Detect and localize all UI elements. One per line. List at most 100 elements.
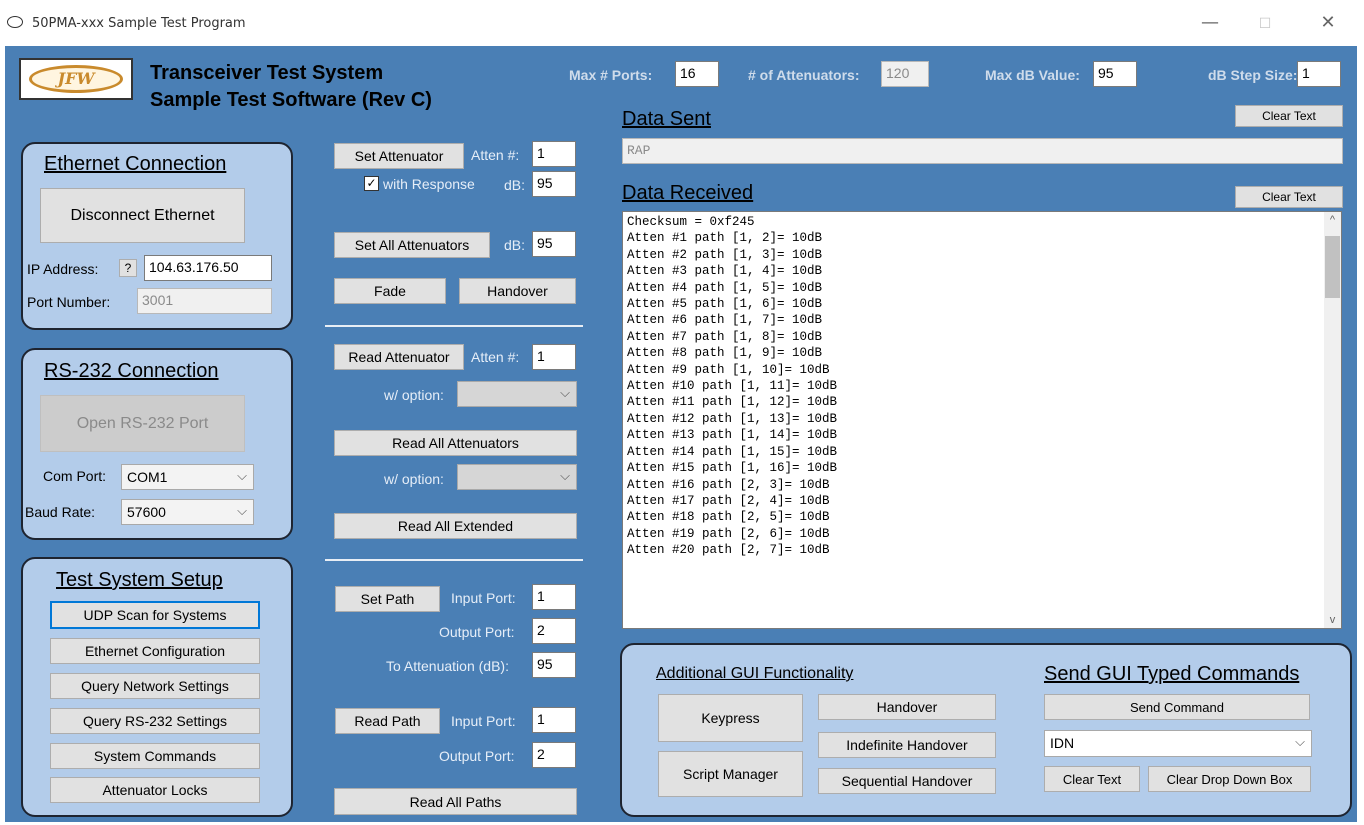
baud-rate-value: 57600 xyxy=(127,504,166,520)
received-line: Atten #14 path [1, 15]= 10dB xyxy=(627,444,838,459)
read-path-button[interactable]: Read Path xyxy=(335,708,440,734)
setup-panel-title: Test System Setup xyxy=(56,569,223,591)
received-lines: Checksum = 0xf245 Atten #1 path [1, 2]= 1… xyxy=(623,212,1341,561)
set-all-db-field[interactable]: 95 xyxy=(532,231,576,257)
db-label: dB: xyxy=(504,177,526,193)
vertical-scrollbar[interactable]: ^ v xyxy=(1324,212,1341,628)
baud-rate-label: Baud Rate: xyxy=(25,504,96,520)
scrollbar-thumb[interactable] xyxy=(1325,236,1340,298)
com-port-select[interactable]: COM1 ⌵ xyxy=(121,464,254,490)
query-rs232-settings-button[interactable]: Query RS-232 Settings xyxy=(50,708,260,734)
minimize-button[interactable]: — xyxy=(1195,12,1225,33)
set-path-button[interactable]: Set Path xyxy=(335,586,440,612)
read-atten-num-label: Atten #: xyxy=(471,349,520,365)
main-window: JFW Transceiver Test System Sample Test … xyxy=(5,46,1357,822)
logo-oval: JFW xyxy=(29,65,123,93)
command-value: IDN xyxy=(1050,735,1075,751)
fade-button[interactable]: Fade xyxy=(334,278,446,304)
input-port-field[interactable]: 1 xyxy=(532,584,576,610)
read-atten-num-field[interactable]: 1 xyxy=(532,344,576,370)
read-option-select[interactable]: ⌵ xyxy=(457,381,577,407)
max-ports-field[interactable]: 16 xyxy=(675,61,719,87)
read-all-extended-button[interactable]: Read All Extended xyxy=(334,513,577,539)
close-button[interactable]: ✕ xyxy=(1313,12,1343,33)
clear-text-button[interactable]: Clear Text xyxy=(1044,766,1140,792)
scroll-down-icon[interactable]: v xyxy=(1324,614,1341,626)
query-network-settings-button[interactable]: Query Network Settings xyxy=(50,673,260,699)
received-line: Atten #15 path [1, 16]= 10dB xyxy=(627,461,838,476)
max-db-label: Max dB Value: xyxy=(985,67,1080,83)
rs232-panel: RS-232 Connection Open RS-232 Port Com P… xyxy=(21,348,293,540)
read-all-option-select[interactable]: ⌵ xyxy=(457,464,577,490)
received-line: Atten #7 path [1, 8]= 10dB xyxy=(627,329,823,344)
num-attenuators-field: 120 xyxy=(881,61,929,87)
attenuator-locks-button[interactable]: Attenuator Locks xyxy=(50,777,260,803)
clear-dropdown-button[interactable]: Clear Drop Down Box xyxy=(1148,766,1311,792)
output-port-field[interactable]: 2 xyxy=(532,618,576,644)
indefinite-handover-button[interactable]: Indefinite Handover xyxy=(818,732,996,758)
typed-commands-title: Send GUI Typed Commands xyxy=(1044,663,1300,685)
received-line: Checksum = 0xf245 xyxy=(627,215,755,229)
ip-address-label: IP Address: xyxy=(27,261,99,277)
with-response-label: with Response xyxy=(383,176,475,192)
gui-functionality-panel: Additional GUI Functionality Keypress Sc… xyxy=(620,643,1352,817)
handover-gui-button[interactable]: Handover xyxy=(818,694,996,720)
app-heading-line1: Transceiver Test System xyxy=(150,62,384,84)
chevron-down-icon: ⌵ xyxy=(560,385,570,400)
ip-address-field[interactable]: 104.63.176.50 xyxy=(144,255,272,281)
db-step-label: dB Step Size: xyxy=(1208,67,1298,83)
read-output-port-label: Output Port: xyxy=(439,748,515,764)
max-ports-label: Max # Ports: xyxy=(569,67,653,83)
atten-num-field[interactable]: 1 xyxy=(532,141,576,167)
scroll-up-icon[interactable]: ^ xyxy=(1324,214,1341,226)
received-line: Atten #1 path [1, 2]= 10dB xyxy=(627,231,823,246)
db-step-field[interactable]: 1 xyxy=(1297,61,1341,87)
received-line: Atten #10 path [1, 11]= 10dB xyxy=(627,379,838,394)
received-line: Atten #4 path [1, 5]= 10dB xyxy=(627,280,823,295)
port-number-field: 3001 xyxy=(137,288,272,314)
ethernet-configuration-button[interactable]: Ethernet Configuration xyxy=(50,638,260,664)
to-attenuation-field[interactable]: 95 xyxy=(532,652,576,678)
maximize-button[interactable]: ☐ xyxy=(1250,16,1280,32)
read-attenuator-button[interactable]: Read Attenuator xyxy=(334,344,464,370)
clear-sent-button[interactable]: Clear Text xyxy=(1235,105,1343,127)
read-output-port-field[interactable]: 2 xyxy=(532,742,576,768)
max-db-field[interactable]: 95 xyxy=(1093,61,1137,87)
open-rs232-button[interactable]: Open RS-232 Port xyxy=(40,395,245,452)
disconnect-ethernet-button[interactable]: Disconnect Ethernet xyxy=(40,188,245,243)
received-line: Atten #8 path [1, 9]= 10dB xyxy=(627,346,823,361)
to-attenuation-label: To Attenuation (dB): xyxy=(386,658,509,674)
set-attenuator-button[interactable]: Set Attenuator xyxy=(334,143,464,169)
read-all-paths-button[interactable]: Read All Paths xyxy=(334,788,577,815)
port-number-label: Port Number: xyxy=(27,294,111,310)
clear-received-button[interactable]: Clear Text xyxy=(1235,186,1343,208)
received-line: Atten #18 path [2, 5]= 10dB xyxy=(627,510,830,525)
baud-rate-select[interactable]: 57600 ⌵ xyxy=(121,499,254,525)
additional-functionality-title: Additional GUI Functionality xyxy=(656,665,854,682)
app-icon xyxy=(7,16,23,28)
read-all-attenuators-button[interactable]: Read All Attenuators xyxy=(334,430,577,456)
received-line: Atten #3 path [1, 4]= 10dB xyxy=(627,264,823,279)
separator xyxy=(325,559,583,561)
received-line: Atten #12 path [1, 13]= 10dB xyxy=(627,411,838,426)
db-field[interactable]: 95 xyxy=(532,171,576,197)
command-select[interactable]: IDN ⌵ xyxy=(1044,730,1312,757)
chevron-down-icon: ⌵ xyxy=(1295,734,1305,749)
system-commands-button[interactable]: System Commands xyxy=(50,743,260,769)
chevron-down-icon: ⌵ xyxy=(237,503,247,518)
set-all-attenuators-button[interactable]: Set All Attenuators xyxy=(334,232,490,258)
data-sent-title: Data Sent xyxy=(622,108,711,130)
sequential-handover-button[interactable]: Sequential Handover xyxy=(818,768,996,794)
received-line: Atten #6 path [1, 7]= 10dB xyxy=(627,313,823,328)
with-response-checkbox[interactable]: ✓ xyxy=(364,176,379,191)
data-received-textarea[interactable]: Checksum = 0xf245 Atten #1 path [1, 2]= 1… xyxy=(622,211,1342,629)
read-input-port-field[interactable]: 1 xyxy=(532,707,576,733)
send-command-button[interactable]: Send Command xyxy=(1044,694,1310,720)
read-input-port-label: Input Port: xyxy=(451,713,516,729)
script-manager-button[interactable]: Script Manager xyxy=(658,751,803,797)
set-all-db-label: dB: xyxy=(504,237,526,253)
ip-help-button[interactable]: ? xyxy=(119,259,137,277)
keypress-button[interactable]: Keypress xyxy=(658,694,803,742)
handover-button[interactable]: Handover xyxy=(459,278,576,304)
udp-scan-button[interactable]: UDP Scan for Systems xyxy=(50,601,260,629)
